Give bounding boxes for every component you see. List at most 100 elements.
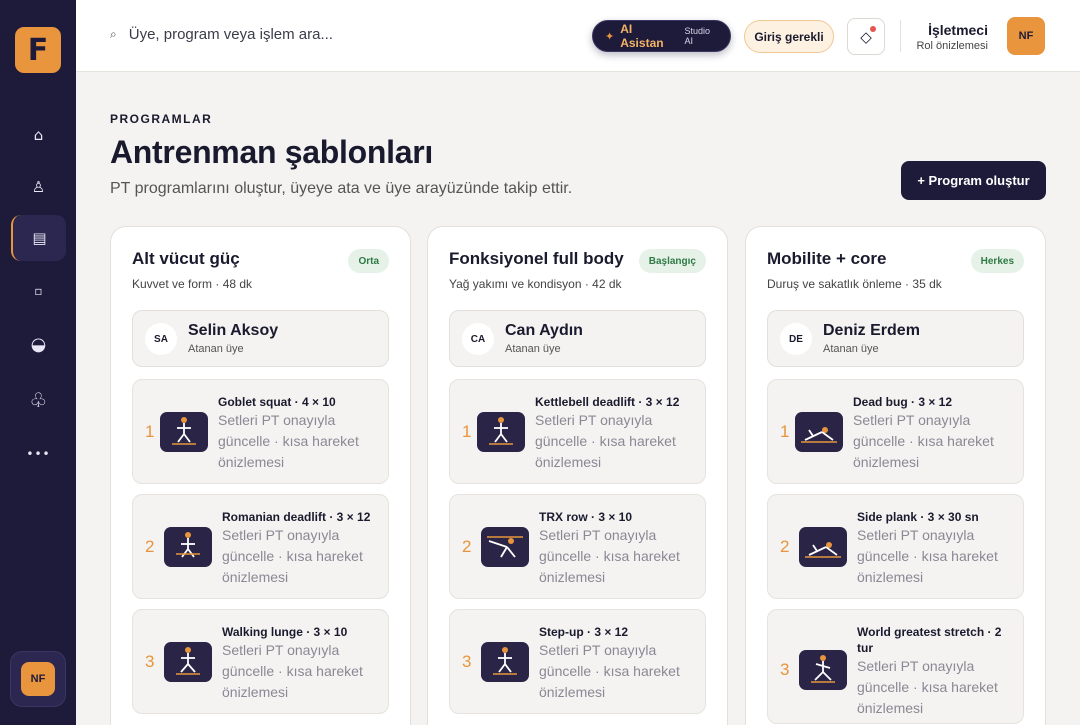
divider [900,20,901,52]
page-title: Antrenman şablonları [110,134,433,170]
exercise-desc: Setleri PT onayıyla güncelle · kısa hare… [539,527,680,585]
member-role: Atanan üye [188,343,244,355]
exercise-number: 3 [462,652,472,671]
program-card[interactable]: Alt vücut güç Kuvvet ve form · 48 dk Ort… [110,226,411,725]
exercise-number: 1 [145,422,155,441]
level-badge: Herkes [970,249,1024,273]
user-role: Rol önizlemesi [916,40,988,52]
ai-assistant-sub: Studio AI [684,26,710,46]
exercise-number: 3 [145,652,155,671]
sidebar: F ⌂ ♙ ▤ ▫ ◒ ♧ ••• NF [0,0,76,725]
club-icon[interactable]: ♧ [11,377,66,423]
home-icon[interactable]: ⌂ [11,112,66,158]
exercise-item[interactable]: 1 Dead bug · 3 × 12 Setleri PT onayıyla … [767,379,1024,484]
ai-assistant-label: AI Asistan [620,22,664,50]
ai-assistant-button[interactable]: ✦ AI Asistan Studio AI [592,20,731,52]
half-circle-icon[interactable]: ◒ [11,321,66,367]
member-avatar: DE [780,323,812,355]
exercise-desc: Setleri PT onayıyla güncelle · kısa hare… [218,412,359,470]
programs-icon[interactable]: ▤ [11,215,66,261]
exercise-desc: Setleri PT onayıyla güncelle · kısa hare… [222,527,363,585]
exercise-number: 1 [780,422,790,441]
exercise-title: Walking lunge · 3 × 10 [222,625,348,639]
section-eyebrow: PROGRAMLAR [110,112,213,126]
notification-dot [870,26,876,32]
sidebar-profile[interactable]: NF [10,651,66,707]
avatar[interactable]: NF [1007,17,1045,55]
more-icon[interactable]: ••• [11,431,66,477]
exercise-number: 2 [462,537,472,556]
square-icon[interactable]: ▫ [11,268,66,314]
login-required-button[interactable]: Giriş gerekli [744,20,834,53]
exercise-title: Side plank · 3 × 30 sn [857,510,979,524]
exercise-number: 2 [145,537,155,556]
topbar: ⌕ ✦ AI Asistan Studio AI Giriş gerekli ◇… [76,0,1080,72]
avatar: NF [21,662,55,696]
exercise-title: Dead bug · 3 × 12 [853,395,953,409]
exercise-item[interactable]: 3 World greatest stretch · 2 tur Setleri… [767,609,1024,724]
exercise-number: 2 [780,537,790,556]
exercise-desc: Setleri PT onayıyla güncelle · kısa hare… [535,412,676,470]
member-name: Deniz Erdem [823,322,920,339]
exercise-item[interactable]: 2 Romanian deadlift · 3 × 12 Setleri PT … [132,494,389,599]
level-badge: Orta [348,249,389,273]
exercise-item[interactable]: 2 Side plank · 3 × 30 sn Setleri PT onay… [767,494,1024,599]
plank-figure-icon [799,527,847,567]
program-card[interactable]: Fonksiyonel full body Yağ yakımı ve kond… [427,226,728,725]
lunge-figure-icon [164,642,212,682]
stretch-figure-icon [799,650,847,690]
exercise-title: TRX row · 3 × 10 [539,510,633,524]
page-subtitle: PT programlarını oluştur, üyeye ata ve ü… [110,180,573,197]
program-meta: Duruş ve sakatlık önleme · 35 dk [767,277,942,291]
exercise-title: Goblet squat · 4 × 10 [218,395,336,409]
program-title: Mobilite + core [767,249,887,268]
exercise-number: 3 [780,660,790,679]
exercise-title: World greatest stretch · 2 tur [857,625,1002,655]
exercise-desc: Setleri PT onayıyla güncelle · kısa hare… [539,642,680,700]
members-icon[interactable]: ♙ [11,164,66,210]
user-info[interactable]: İşletmeci Rol önizlemesi [906,22,988,52]
notification-button[interactable]: ◇ [847,18,885,55]
member-role: Atanan üye [823,343,879,355]
user-name: İşletmeci [928,22,988,38]
create-program-button[interactable]: + Program oluştur [901,161,1046,200]
search-input[interactable] [128,26,429,43]
assigned-member[interactable]: CA Can Aydın Atanan üye [449,310,706,367]
exercise-desc: Setleri PT onayıyla güncelle · kısa hare… [857,527,998,585]
member-role: Atanan üye [505,343,561,355]
app-logo[interactable]: F [15,27,61,73]
member-name: Selin Aksoy [188,322,279,339]
program-title: Alt vücut güç [132,249,240,268]
member-name: Can Aydın [505,322,583,339]
member-avatar: SA [145,323,177,355]
step-up-figure-icon [481,642,529,682]
exercise-number: 1 [462,422,472,441]
exercise-item[interactable]: 2 TRX row · 3 × 10 Setleri PT onayıyla g… [449,494,706,599]
squat-figure-icon [160,412,208,452]
search-bar: ⌕ [110,26,429,43]
exercise-title: Kettlebell deadlift · 3 × 12 [535,395,680,409]
exercise-item[interactable]: 3 Step-up · 3 × 12 Setleri PT onayıyla g… [449,609,706,714]
search-icon: ⌕ [110,27,117,41]
dead-bug-figure-icon [795,412,843,452]
assigned-member[interactable]: SA Selin Aksoy Atanan üye [132,310,389,367]
assigned-member[interactable]: DE Deniz Erdem Atanan üye [767,310,1024,367]
program-card[interactable]: Mobilite + core Duruş ve sakatlık önleme… [745,226,1046,725]
exercise-item[interactable]: 1 Goblet squat · 4 × 10 Setleri PT onayı… [132,379,389,484]
sparkle-icon: ✦ [605,29,615,43]
exercise-item[interactable]: 1 Kettlebell deadlift · 3 × 12 Setleri P… [449,379,706,484]
exercise-desc: Setleri PT onayıyla güncelle · kısa hare… [853,412,994,470]
exercise-title: Step-up · 3 × 12 [539,625,629,639]
member-avatar: CA [462,323,494,355]
program-meta: Kuvvet ve form · 48 dk [132,277,253,291]
exercise-desc: Setleri PT onayıyla güncelle · kısa hare… [857,658,998,716]
row-figure-icon [481,527,529,567]
program-title: Fonksiyonel full body [449,249,624,268]
exercise-item[interactable]: 3 Walking lunge · 3 × 10 Setleri PT onay… [132,609,389,714]
exercise-title: Romanian deadlift · 3 × 12 [222,510,371,524]
deadlift-figure-icon [164,527,212,567]
exercise-desc: Setleri PT onayıyla güncelle · kısa hare… [222,642,363,700]
program-meta: Yağ yakımı ve kondisyon · 42 dk [449,277,622,291]
kettlebell-figure-icon [477,412,525,452]
level-badge: Başlangıç [638,249,706,273]
